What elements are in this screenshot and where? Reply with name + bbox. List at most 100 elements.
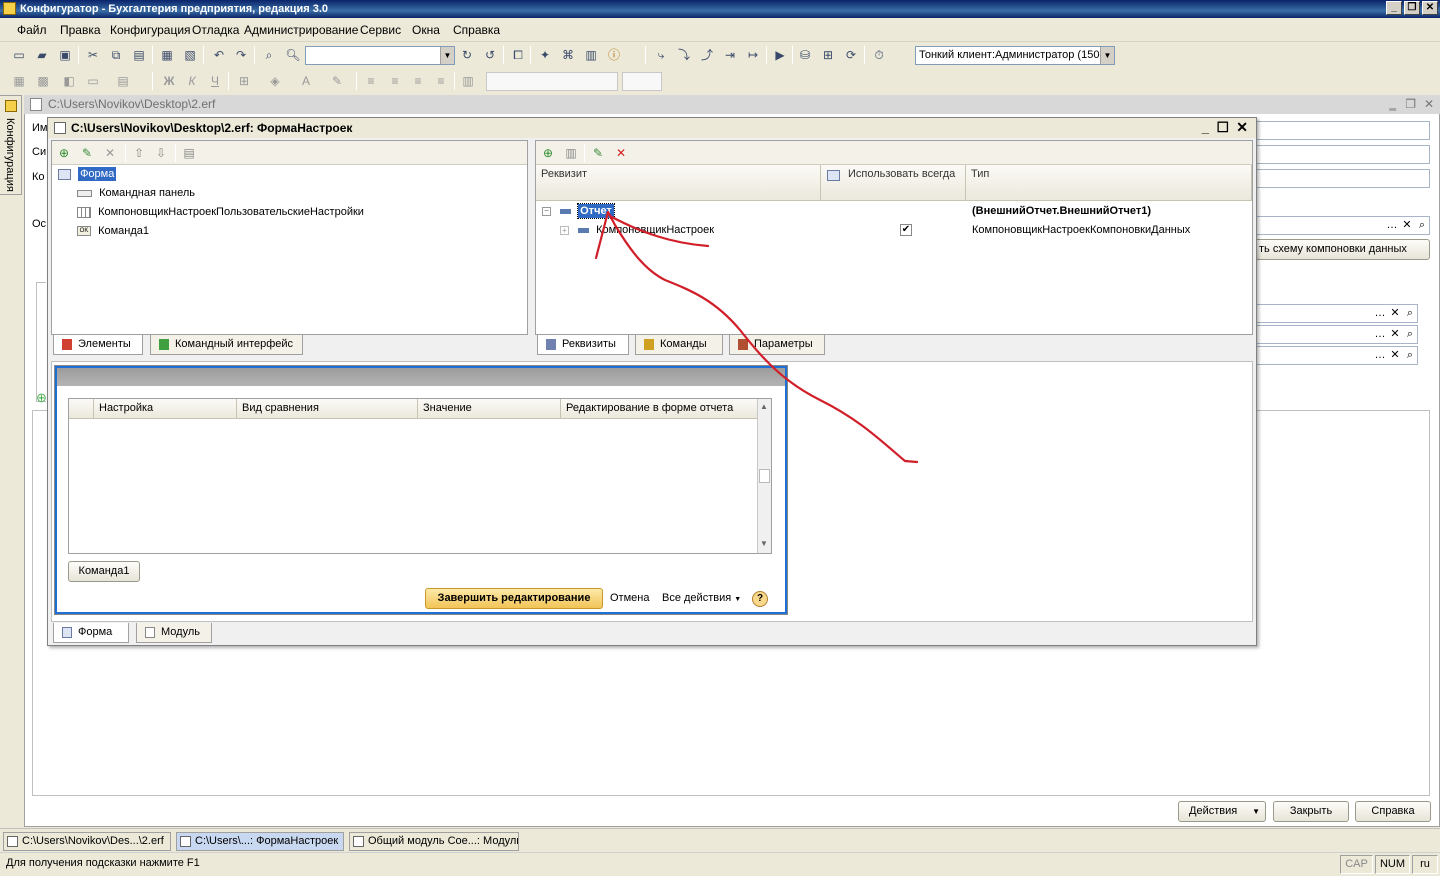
form-field-1[interactable]: … ✕ ⌕ — [1256, 304, 1418, 323]
debug-stop-icon[interactable]: ▶ — [771, 46, 789, 64]
delete-attribute-icon[interactable]: ✕ — [612, 144, 630, 162]
debug-start-icon[interactable]: ⤷ — [652, 46, 670, 64]
clear-icon[interactable]: ✕ — [1388, 327, 1402, 341]
restore-button[interactable]: ❐ — [1404, 1, 1420, 15]
expand-icon[interactable]: + — [560, 225, 569, 235]
undo-icon[interactable]: ↶ — [210, 46, 228, 64]
config-side-tab[interactable]: Конфигурация — [0, 95, 22, 195]
menu-windows[interactable]: Окна — [412, 23, 440, 37]
tab-module[interactable]: Модуль — [136, 623, 212, 643]
db-icon[interactable]: ⛁ — [796, 46, 814, 64]
finish-editing-button[interactable]: Завершить редактирование — [425, 588, 603, 609]
tree-item-command1[interactable]: OK Команда1 — [77, 225, 149, 237]
language-indicator[interactable]: ru — [1412, 855, 1438, 874]
fill-icon[interactable]: ◈ — [266, 72, 284, 90]
scroll-up-icon[interactable]: ▲ — [760, 402, 768, 411]
find-icon[interactable]: ⌕ — [260, 46, 278, 64]
layers-icon[interactable]: ◧ — [60, 72, 78, 90]
underline-icon[interactable]: Ч — [206, 72, 224, 90]
debug-into-icon[interactable]: ⤴ — [698, 46, 716, 64]
tree-item-form[interactable]: Форма — [58, 167, 117, 181]
menu-help[interactable]: Справка — [453, 23, 500, 37]
client-mode-select[interactable]: Тонкий клиент:Администратор (150 ▼ — [915, 46, 1115, 65]
tab-elements[interactable]: Элементы — [53, 335, 143, 355]
add-icon[interactable]: ⊕ — [36, 390, 47, 406]
menu-debug[interactable]: Отладка — [192, 23, 239, 37]
highlight-icon[interactable]: ✎ — [328, 72, 346, 90]
windows-icon[interactable]: ⧠ — [509, 46, 527, 64]
bold-icon[interactable]: Ж — [160, 72, 178, 90]
edit-icon[interactable]: ✎ — [78, 144, 96, 162]
open-compose-schema-button[interactable]: ть схему компоновки данных — [1256, 239, 1430, 260]
chevron-down-icon[interactable]: ▼ — [440, 47, 454, 64]
font-color-icon[interactable]: A — [297, 72, 315, 90]
find-prev-icon[interactable]: ↺ — [481, 46, 499, 64]
menu-administration[interactable]: Администрирование — [244, 23, 358, 37]
ellipsis-icon[interactable]: … — [1373, 348, 1387, 362]
print-icon[interactable]: ▦ — [158, 46, 176, 64]
align-right-icon[interactable]: ≡ — [409, 72, 427, 90]
delete-icon[interactable]: ✕ — [101, 144, 119, 162]
save-icon[interactable]: ▣ — [56, 46, 74, 64]
col-header-value[interactable]: Значение — [418, 399, 561, 419]
use-always-checkbox[interactable]: ✔ — [900, 224, 912, 236]
clear-icon[interactable]: ✕ — [1400, 218, 1414, 232]
tab-command-interface[interactable]: Командный интерфейс — [150, 335, 303, 355]
task-external-report[interactable]: C:\Users\Novikov\Des...\2.erf — [3, 832, 171, 851]
designer-icon[interactable]: ✦ — [536, 46, 554, 64]
add-element-icon[interactable]: ⊕ — [55, 144, 73, 162]
tab-parameters[interactable]: Параметры — [729, 335, 825, 355]
add-attribute-icon[interactable]: ⊕ — [539, 144, 557, 162]
comment-field[interactable] — [1256, 169, 1430, 188]
preview-icon[interactable]: ▧ — [181, 46, 199, 64]
mdi-restore-icon[interactable]: ❐ — [1405, 95, 1416, 114]
timer-icon[interactable]: ⏱ — [870, 46, 888, 64]
mdi-close-icon[interactable]: ✕ — [1424, 95, 1434, 114]
open-icon[interactable]: ⌕ — [1403, 306, 1417, 320]
ellipsis-icon[interactable]: … — [1373, 327, 1387, 341]
frame-icon[interactable]: ▭ — [84, 72, 102, 90]
menu-service[interactable]: Сервис — [360, 23, 401, 37]
synonym-field[interactable] — [1256, 145, 1430, 164]
module-icon[interactable]: ▥ — [582, 46, 600, 64]
col-header-attribute[interactable]: Реквизит — [536, 165, 821, 201]
syntax-icon[interactable]: ⌘ — [559, 46, 577, 64]
redo-icon[interactable]: ↷ — [232, 46, 250, 64]
table-row[interactable]: + КомпоновщикНастроек ✔ КомпоновщикНастр… — [560, 224, 1250, 236]
col-header-edit-mode[interactable]: Редактирование в форме отчета — [561, 399, 757, 419]
cells-icon[interactable]: ▥ — [459, 72, 477, 90]
collapse-icon[interactable]: − — [542, 206, 551, 216]
actions-button[interactable]: Действия ▼ — [1178, 801, 1266, 822]
chevron-down-icon[interactable]: ▼ — [1100, 47, 1114, 64]
search-input[interactable]: ▼ — [305, 46, 455, 65]
enterprise-icon[interactable]: ⊞ — [819, 46, 837, 64]
align-left-icon[interactable]: ≡ — [362, 72, 380, 90]
move-down-icon[interactable]: ⇩ — [152, 144, 170, 162]
new-icon[interactable]: ▭ — [10, 46, 28, 64]
form-field-2[interactable]: … ✕ ⌕ — [1256, 325, 1418, 344]
page-icon[interactable]: ▤ — [114, 72, 132, 90]
help-button[interactable]: Справка — [1355, 801, 1431, 822]
col-header-type[interactable]: Тип — [966, 165, 1252, 201]
add-child-icon[interactable]: ▥ — [562, 144, 580, 162]
font-size-select[interactable] — [622, 72, 662, 91]
col-header-use-always[interactable]: Использовать всегда — [821, 165, 966, 201]
font-select[interactable] — [486, 72, 618, 91]
info-icon[interactable]: ⓘ — [605, 46, 623, 64]
table-row[interactable]: − Отчет (ВнешнийОтчет.ВнешнийОтчет1) — [542, 203, 1242, 219]
tree-item-command-panel[interactable]: Командная панель — [77, 187, 195, 199]
form-minimize-icon[interactable]: _ — [1202, 118, 1209, 138]
table-icon[interactable]: ▩ — [34, 72, 52, 90]
open-icon[interactable]: ⌕ — [1403, 327, 1417, 341]
col-header-setting[interactable]: Настройка — [94, 399, 237, 419]
menu-edit[interactable]: Правка — [60, 23, 101, 37]
menu-file[interactable]: Файл — [17, 23, 47, 37]
help-icon[interactable]: ? — [752, 591, 768, 607]
borders-icon[interactable]: ⊞ — [235, 72, 253, 90]
scroll-down-icon[interactable]: ▼ — [760, 539, 768, 548]
align-center-icon[interactable]: ≡ — [386, 72, 404, 90]
col-header-comparison[interactable]: Вид сравнения — [237, 399, 418, 419]
cut-icon[interactable]: ✂ — [84, 46, 102, 64]
edit-attribute-icon[interactable]: ✎ — [589, 144, 607, 162]
move-up-icon[interactable]: ⇧ — [130, 144, 148, 162]
